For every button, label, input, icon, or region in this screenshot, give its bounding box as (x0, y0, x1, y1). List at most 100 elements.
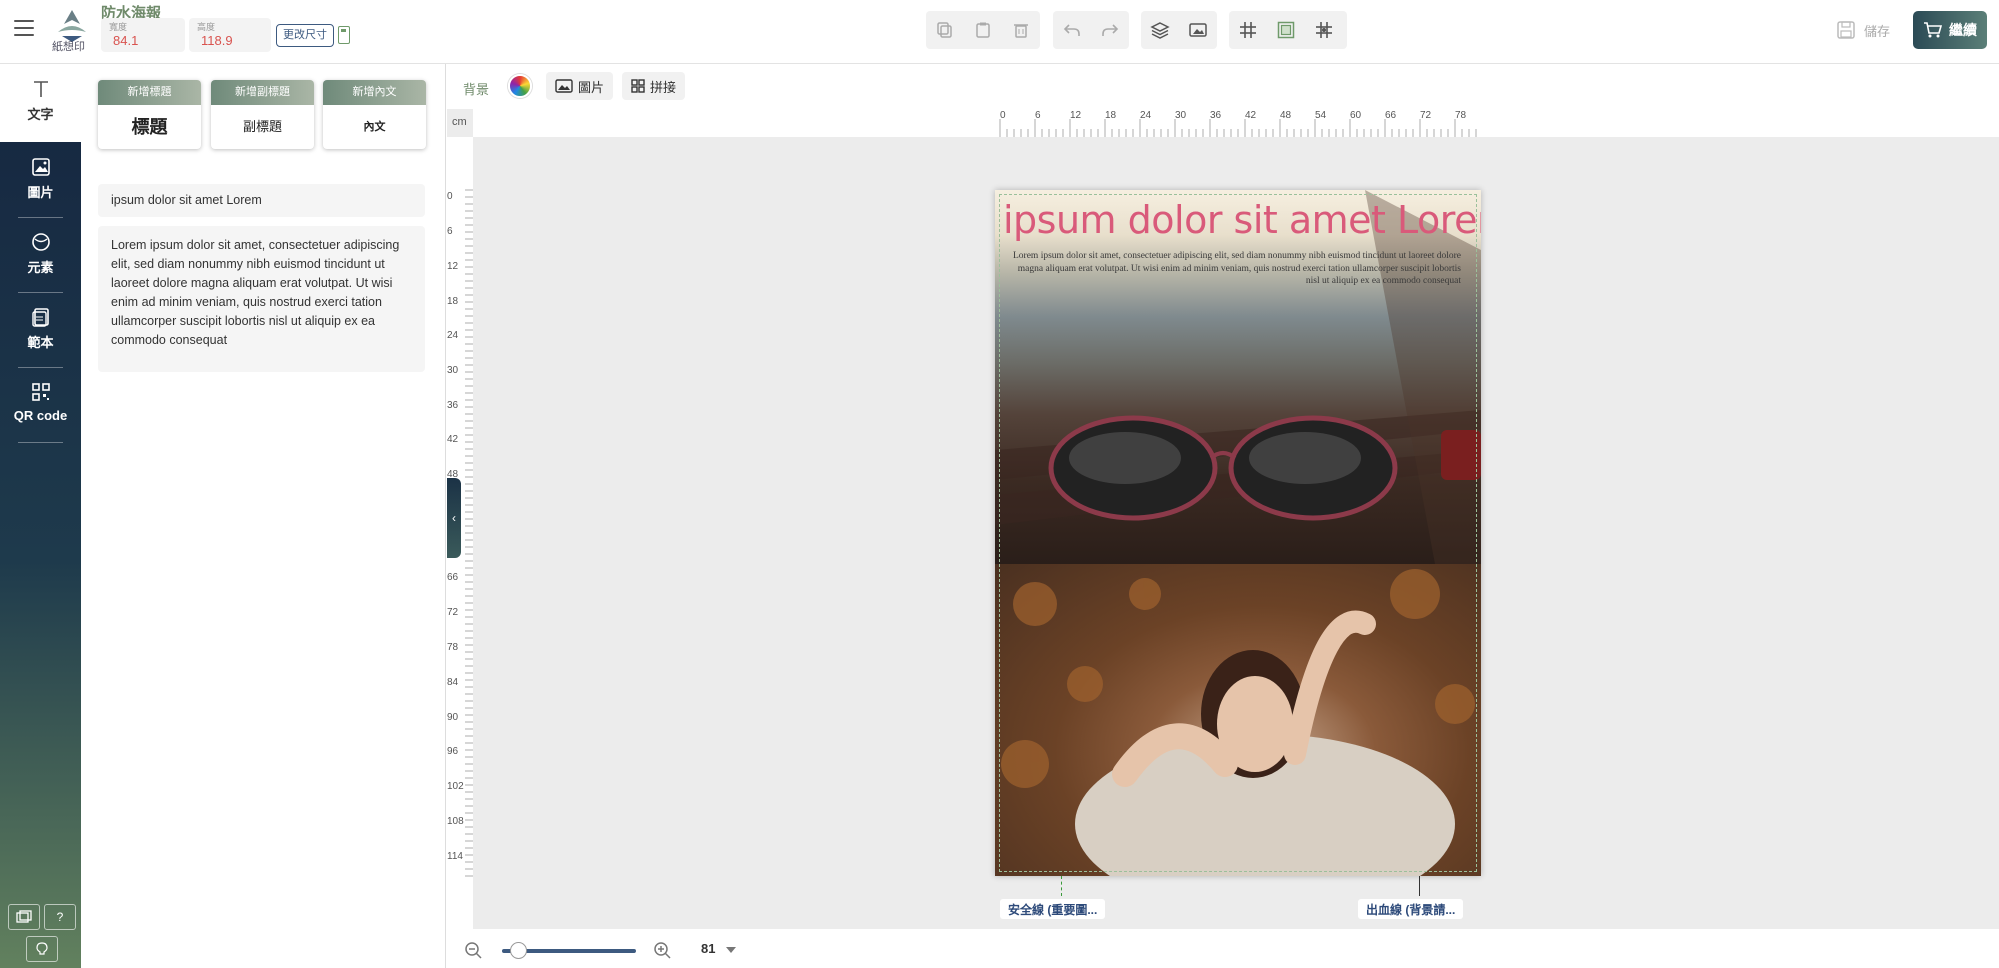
nav-label: 範本 (27, 335, 54, 350)
ruler-tick-label: 0 (447, 191, 453, 202)
grid-tools (1229, 11, 1347, 49)
ruler-tick-label: 66 (447, 572, 459, 583)
alignment-guide-button[interactable] (1305, 11, 1343, 49)
clipboard-icon (976, 22, 990, 38)
tip-button[interactable] (26, 936, 58, 962)
safe-line-label[interactable]: 安全線 (重要圖... (1000, 899, 1106, 919)
title-text-item[interactable]: ipsum dolor sit amet Lorem (98, 184, 425, 217)
background-label: 背景 (463, 82, 490, 97)
continue-label: 繼續 (1949, 22, 1977, 38)
image-frame-button[interactable] (1179, 11, 1217, 49)
qr-code-icon (31, 383, 50, 401)
chevron-left-icon: ‹ (452, 511, 456, 525)
calculator-icon[interactable] (338, 26, 350, 44)
save-icon (1837, 21, 1855, 39)
zoom-bar: 81 (447, 929, 1999, 968)
body-text-content: Lorem ipsum dolor sit amet, consectetuer… (111, 238, 400, 347)
ruler-tick-label: 36 (447, 400, 459, 411)
poster-canvas[interactable]: ipsum dolor sit amet Lorem Lorem ipsum d… (995, 190, 1481, 876)
nav-label: 文字 (27, 107, 54, 122)
save-label: 儲存 (1864, 23, 1891, 39)
ruler-tick-label: 12 (447, 261, 459, 272)
redo-icon (1102, 24, 1119, 36)
menu-icon[interactable] (14, 20, 34, 36)
ruler-tick-label: 30 (1175, 110, 1187, 121)
gallery-button[interactable] (8, 904, 40, 930)
layer-tools (1141, 11, 1217, 49)
collage-button[interactable]: 拼接 (622, 72, 686, 100)
grid-icon (1240, 22, 1256, 38)
background-color-picker[interactable] (508, 74, 532, 98)
add-title-card[interactable]: 新增標題 標題 (98, 80, 201, 149)
bleed-guide-icon (1277, 21, 1295, 39)
ruler-tick-label: 42 (447, 434, 459, 445)
nav-item-image[interactable]: 圖片 (0, 142, 81, 216)
grid-button[interactable] (1229, 11, 1267, 49)
undo-button[interactable] (1053, 11, 1091, 49)
copy-icon (937, 22, 952, 38)
add-subtitle-card[interactable]: 新增副標題 副標題 (211, 80, 314, 149)
height-label: 高度 (197, 22, 216, 32)
help-button[interactable]: ? (44, 904, 76, 930)
zoom-in-icon[interactable] (653, 941, 671, 959)
zoom-value[interactable]: 81 (701, 941, 715, 956)
ruler-tick-label: 0 (1000, 110, 1006, 121)
width-value: 84.1 (113, 33, 139, 48)
nav-item-template[interactable]: 範本 (0, 292, 81, 366)
nav-divider (18, 367, 63, 368)
add-title-head: 新增標題 (98, 80, 201, 105)
ruler-tick-label: 78 (1455, 110, 1467, 121)
body-text-item[interactable]: Lorem ipsum dolor sit amet, consectetuer… (98, 226, 425, 372)
safe-line-marker (1061, 876, 1062, 896)
ruler-tick-label: 108 (447, 816, 464, 827)
brand-name: 紙想印 (52, 41, 85, 53)
template-icon (31, 308, 49, 327)
bleed-line-label[interactable]: 出血線 (背景請... (1358, 899, 1464, 919)
height-field[interactable]: 高度 118.9 (189, 18, 271, 52)
poster-body[interactable]: Lorem ipsum dolor sit amet, consectetuer… (1005, 250, 1461, 288)
image-icon (31, 158, 50, 176)
ruler-tick-label: 72 (1420, 110, 1432, 121)
redo-button[interactable] (1091, 11, 1129, 49)
ruler-tick-label: 48 (1280, 110, 1292, 121)
bleed-guide-button[interactable] (1267, 11, 1305, 49)
collapse-panel-button[interactable]: ‹ (447, 478, 461, 558)
poster-title[interactable]: ipsum dolor sit amet Lorem (1003, 198, 1481, 242)
nav-item-element[interactable]: 元素 (0, 217, 81, 291)
nav-item-text[interactable]: 文字 (0, 64, 81, 142)
zoom-slider-knob[interactable] (510, 942, 528, 959)
chevron-down-icon[interactable] (726, 947, 736, 953)
bleed-line-marker (1419, 876, 1420, 896)
ruler-tick-label: 102 (447, 781, 464, 792)
ruler-tick-label: 114 (447, 851, 463, 862)
ruler-top-scale: 0 6 12 18 24 30 36 42 48 54 60 66 72 78 (999, 110, 1477, 137)
resize-button[interactable]: 更改尺寸 (276, 24, 334, 47)
width-field[interactable]: 寬度 84.1 (101, 18, 185, 52)
ruler-tick-label: 90 (447, 712, 459, 723)
ruler-tick-label: 18 (1105, 110, 1117, 121)
paste-button[interactable] (964, 11, 1002, 49)
add-subtitle-head: 新增副標題 (211, 80, 314, 105)
edit-tools (926, 11, 1040, 49)
layers-button[interactable] (1141, 11, 1179, 49)
add-body-body: 內文 (363, 121, 386, 133)
delete-button[interactable] (1002, 11, 1040, 49)
ruler-tick-label: 6 (1035, 110, 1041, 121)
background-image-button[interactable]: 圖片 (546, 72, 614, 100)
add-title-body: 標題 (131, 117, 168, 137)
zoom-out-icon[interactable] (464, 941, 482, 959)
ruler-tick-label: 36 (1210, 110, 1222, 121)
element-icon (31, 233, 50, 251)
collage-label: 拼接 (650, 79, 677, 95)
ruler-tick-label: 96 (447, 746, 459, 757)
background-image-label: 圖片 (578, 79, 605, 95)
ruler-tick-label: 78 (447, 642, 459, 653)
add-body-head: 新增內文 (323, 80, 426, 105)
cart-icon (1924, 22, 1943, 38)
add-body-card[interactable]: 新增內文 內文 (323, 80, 426, 149)
nav-item-qr-code[interactable]: QR code (0, 367, 81, 441)
copy-button[interactable] (926, 11, 964, 49)
top-bar: 紙想印 防水海報 寬度 84.1 高度 118.9 更改尺寸 儲存 繼續 (0, 0, 1999, 64)
save-button[interactable]: 儲存 (1836, 16, 1890, 44)
continue-button[interactable]: 繼續 (1913, 11, 1987, 49)
